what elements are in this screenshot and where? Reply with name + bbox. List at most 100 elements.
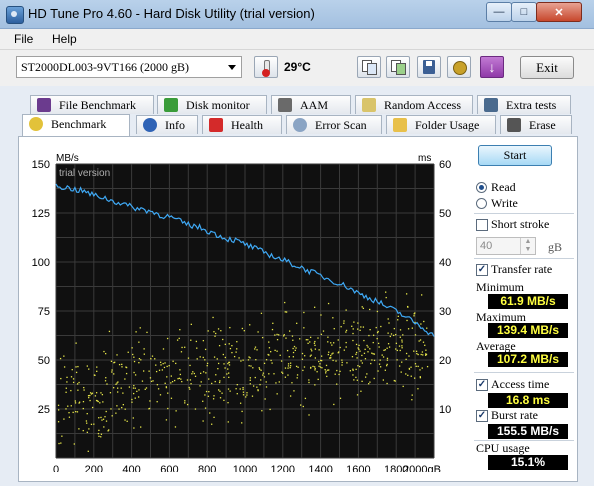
access-time-point bbox=[77, 389, 79, 391]
access-time-point bbox=[397, 315, 399, 317]
access-time-point bbox=[239, 402, 242, 404]
access-time-point bbox=[75, 366, 77, 368]
access-time-point bbox=[287, 367, 289, 369]
short-stroke-spinner[interactable]: ▲ ▼ bbox=[520, 238, 535, 254]
minimize-button[interactable]: — bbox=[486, 2, 512, 22]
access-time-point bbox=[196, 358, 198, 360]
access-time-point bbox=[330, 354, 332, 357]
access-time-point bbox=[223, 399, 225, 402]
access-time-point bbox=[107, 430, 109, 432]
access-time-point bbox=[345, 329, 348, 332]
start-button[interactable]: Start bbox=[478, 145, 552, 166]
access-time-point bbox=[351, 356, 354, 358]
tab-file-benchmark[interactable]: File Benchmark bbox=[30, 95, 154, 114]
tab-random-access[interactable]: Random Access bbox=[355, 95, 473, 114]
menu-file[interactable]: File bbox=[14, 32, 33, 46]
access-time-point bbox=[113, 373, 115, 375]
menu-help[interactable]: Help bbox=[52, 32, 77, 46]
access-time-point bbox=[386, 357, 389, 360]
access-time-point bbox=[184, 346, 186, 348]
tab-aam[interactable]: AAM bbox=[271, 95, 351, 114]
copy-text-icon[interactable] bbox=[357, 56, 381, 78]
access-time-point bbox=[172, 360, 174, 362]
access-time-point bbox=[265, 381, 267, 383]
transfer-rate-checkbox[interactable]: ✓ bbox=[476, 264, 488, 276]
access-time-point bbox=[330, 342, 332, 344]
tab-disk-monitor[interactable]: Disk monitor bbox=[157, 95, 267, 114]
options-icon[interactable] bbox=[447, 56, 471, 78]
access-time-point bbox=[417, 388, 419, 390]
access-time-point bbox=[75, 410, 77, 413]
access-time-point bbox=[270, 359, 272, 362]
access-time-point bbox=[367, 346, 369, 348]
access-time-point bbox=[124, 408, 126, 410]
access-time-point bbox=[219, 397, 222, 399]
access-time-point bbox=[405, 293, 408, 295]
access-time-point bbox=[131, 401, 133, 403]
access-time-point bbox=[422, 341, 425, 343]
access-time-point bbox=[228, 372, 230, 374]
access-time-point bbox=[109, 392, 112, 394]
maximize-button[interactable]: □ bbox=[511, 2, 537, 22]
download-arrow-icon[interactable]: ↓ bbox=[480, 56, 504, 78]
tab-folder-usage[interactable]: Folder Usage bbox=[386, 115, 496, 134]
access-time-point bbox=[236, 348, 238, 350]
window-title: HD Tune Pro 4.60 - Hard Disk Utility (tr… bbox=[28, 6, 315, 21]
burst-rate-checkbox[interactable]: ✓ bbox=[476, 410, 488, 422]
tab-error-scan[interactable]: Error Scan bbox=[286, 115, 382, 134]
access-time-point bbox=[138, 357, 141, 360]
access-time-point bbox=[281, 371, 283, 373]
tab-extra-tests[interactable]: Extra tests bbox=[477, 95, 571, 114]
access-time-point bbox=[377, 342, 380, 345]
access-time-point bbox=[180, 378, 182, 380]
access-time-point bbox=[89, 399, 91, 402]
access-time-point bbox=[205, 372, 207, 374]
access-time-point bbox=[150, 358, 152, 360]
tab-health[interactable]: Health bbox=[202, 115, 282, 134]
access-time-point bbox=[327, 369, 329, 371]
save-icon[interactable] bbox=[417, 56, 441, 78]
access-time-point bbox=[341, 359, 343, 361]
access-time-point bbox=[320, 333, 323, 335]
access-time-point bbox=[57, 409, 60, 411]
tab-benchmark[interactable]: Benchmark bbox=[22, 114, 130, 136]
access-time-point bbox=[101, 419, 103, 421]
access-time-point bbox=[416, 352, 418, 355]
tab-erase[interactable]: Erase bbox=[500, 115, 572, 134]
access-time-point bbox=[254, 346, 257, 348]
info-icon bbox=[143, 118, 157, 132]
access-time-point bbox=[71, 369, 73, 371]
access-time-point bbox=[88, 396, 90, 399]
access-time-point bbox=[399, 349, 401, 352]
copy-screenshot-icon[interactable] bbox=[386, 56, 410, 78]
access-time-point bbox=[184, 402, 186, 404]
access-time-point bbox=[385, 291, 387, 293]
access-time-point bbox=[205, 390, 208, 393]
access-time-point bbox=[72, 381, 75, 384]
access-time-point bbox=[357, 347, 359, 349]
tab-info[interactable]: Info bbox=[136, 115, 198, 134]
access-time-point bbox=[265, 386, 268, 388]
access-time-point bbox=[177, 378, 179, 380]
access-time-point bbox=[236, 383, 238, 386]
access-time-point bbox=[179, 369, 181, 371]
access-time-point bbox=[314, 348, 317, 350]
access-time-point bbox=[231, 351, 233, 354]
write-radio[interactable] bbox=[476, 198, 487, 209]
access-time-point bbox=[355, 353, 357, 355]
access-time-point bbox=[217, 368, 219, 370]
access-time-point bbox=[90, 423, 93, 426]
close-button[interactable]: ✕ bbox=[536, 2, 582, 22]
access-time-point bbox=[263, 362, 266, 365]
access-time-point bbox=[346, 362, 348, 364]
access-time-checkbox[interactable]: ✓ bbox=[476, 379, 488, 391]
access-time-point bbox=[341, 364, 343, 366]
access-time-point bbox=[341, 361, 343, 364]
short-stroke-checkbox[interactable] bbox=[476, 219, 488, 231]
read-radio[interactable] bbox=[476, 182, 487, 193]
access-time-point bbox=[260, 379, 262, 381]
access-time-point bbox=[366, 373, 368, 375]
access-time-value: 16.8 ms bbox=[488, 393, 568, 408]
drive-select[interactable]: ST2000DL003-9VT166 (2000 gB) bbox=[16, 56, 242, 78]
exit-button[interactable]: Exit bbox=[520, 56, 574, 79]
